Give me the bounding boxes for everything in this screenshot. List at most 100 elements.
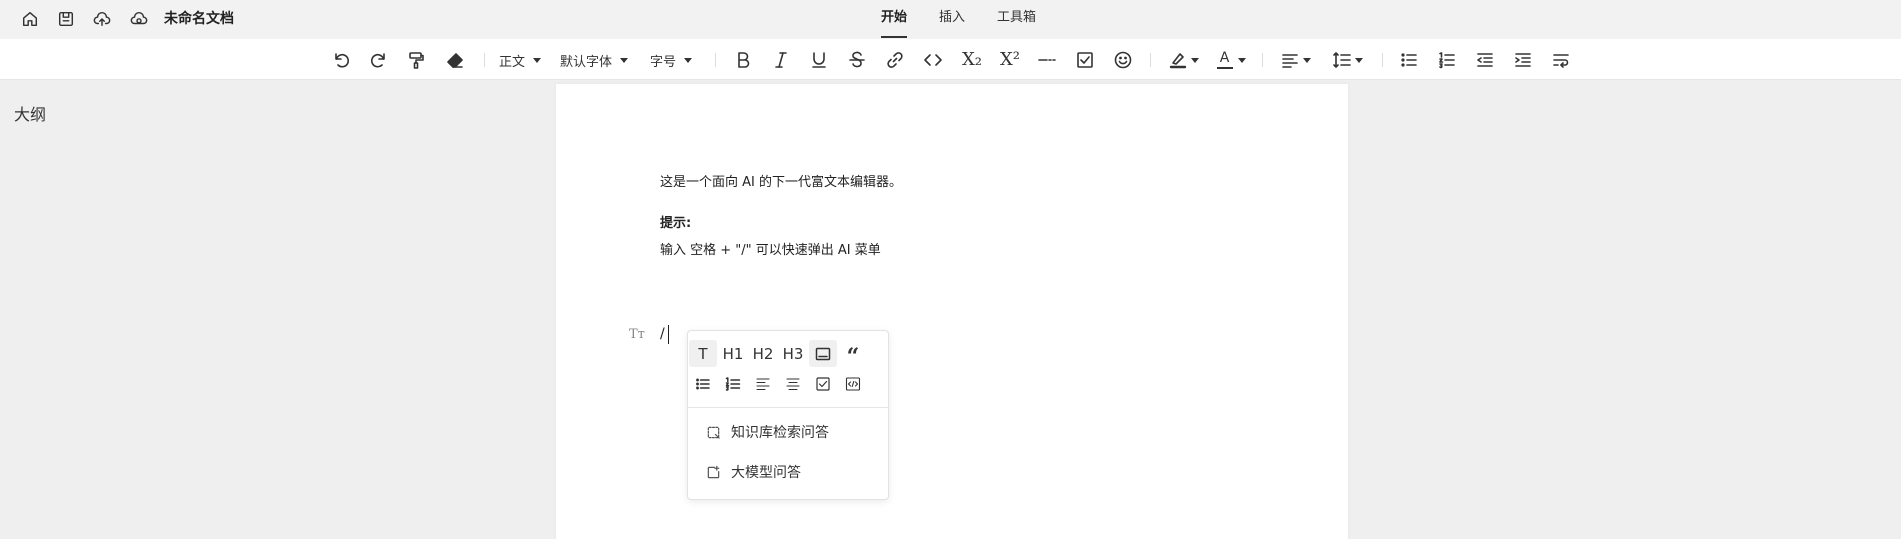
task-list-button[interactable]	[809, 370, 837, 397]
tip-paragraph[interactable]: 输入 空格 + "/" 可以快速弹出 AI 菜单	[660, 242, 881, 260]
blockquote-button[interactable]: “	[839, 340, 867, 370]
llm-qa-item[interactable]: 大模型问答	[706, 461, 801, 483]
clear-format-icon[interactable]	[444, 48, 466, 72]
font-family-select[interactable]: 默认字体	[560, 49, 629, 71]
heading-2-icon: H2	[752, 344, 774, 363]
align-center-button[interactable]	[779, 370, 807, 397]
superscript-icon: X²	[999, 49, 1021, 70]
format-painter-icon[interactable]	[406, 48, 428, 72]
chevron-down-icon	[1302, 57, 1311, 63]
toolbar-divider	[1262, 53, 1263, 67]
font-family-value: 默认字体	[560, 54, 613, 70]
line-height-icon	[1332, 52, 1351, 68]
llm-qa-label: 大模型问答	[731, 465, 801, 481]
strikethrough-icon[interactable]	[846, 48, 868, 72]
bullet-list-icon[interactable]	[1398, 48, 1420, 72]
tab-insert[interactable]: 插入	[939, 9, 965, 27]
knowledge-base-qa-item[interactable]: 知识库检索问答	[706, 421, 829, 443]
italic-icon[interactable]	[770, 48, 792, 72]
text-color-icon: A	[1219, 50, 1230, 66]
paragraph-block-button[interactable]: T	[689, 340, 717, 367]
top-bar: 未命名文档 开始 插入 工具箱	[0, 0, 1901, 39]
subscript-icon: X₂	[961, 49, 983, 70]
tab-start[interactable]: 开始	[881, 9, 907, 27]
intro-paragraph[interactable]: 这是一个面向 AI 的下一代富文本编辑器。	[660, 174, 902, 192]
chevron-down-icon	[1237, 57, 1246, 63]
save-icon[interactable]	[56, 9, 76, 29]
menu-divider	[688, 407, 888, 408]
current-line-text[interactable]: /	[660, 326, 665, 342]
underline-icon[interactable]	[808, 48, 830, 72]
toolbar-divider	[484, 53, 485, 67]
knowledge-base-qa-label: 知识库检索问答	[731, 425, 829, 441]
chevron-down-icon	[684, 57, 693, 63]
caption-icon	[815, 347, 831, 360]
text-cursor	[668, 325, 669, 344]
align-button[interactable]	[1276, 48, 1314, 72]
heading-1-icon: H1	[722, 344, 744, 363]
paragraph-style-select[interactable]: 正文	[499, 49, 542, 71]
heading-2-button[interactable]: H2	[749, 340, 777, 367]
line-height-button[interactable]	[1328, 48, 1366, 72]
cloud-sync-icon[interactable]	[129, 9, 149, 29]
bullet-list-icon	[696, 378, 710, 389]
bold-icon[interactable]	[732, 48, 754, 72]
emoji-icon[interactable]	[1112, 48, 1134, 72]
outdent-icon[interactable]	[1474, 48, 1496, 72]
slash-command-menu: T H1 H2 H3 “ 知识库检索问答 大模型问答	[687, 330, 889, 500]
align-left-button[interactable]	[749, 370, 777, 397]
checkbox-icon[interactable]	[1074, 48, 1096, 72]
heading-1-button[interactable]: H1	[719, 340, 747, 367]
align-center-icon	[786, 377, 800, 390]
superscript-button[interactable]: X²	[998, 48, 1022, 72]
cloud-upload-icon[interactable]	[92, 9, 112, 29]
ordered-list-button[interactable]	[719, 370, 747, 397]
code-block-button[interactable]	[839, 370, 867, 397]
font-size-value: 字号	[650, 54, 677, 70]
task-list-icon	[816, 376, 830, 391]
bullet-list-button[interactable]	[689, 370, 717, 397]
highlighter-icon	[1169, 53, 1186, 69]
tip-heading[interactable]: 提示:	[660, 215, 691, 233]
active-tab-indicator	[881, 36, 907, 38]
highlight-color-button[interactable]	[1164, 48, 1202, 72]
indent-icon[interactable]	[1512, 48, 1534, 72]
text-color-swatch	[1216, 67, 1233, 69]
toolbar-divider	[1382, 53, 1383, 67]
font-size-select[interactable]: 字号	[650, 49, 693, 71]
align-left-icon	[756, 377, 770, 390]
code-block-icon	[845, 376, 861, 391]
chevron-down-icon	[533, 57, 542, 63]
quote-icon: “	[846, 343, 860, 370]
align-left-icon	[1281, 54, 1298, 68]
chevron-down-icon	[1190, 57, 1199, 63]
heading-3-button[interactable]: H3	[779, 340, 807, 367]
document-page[interactable]	[556, 84, 1348, 539]
ordered-list-icon[interactable]	[1436, 48, 1458, 72]
text-color-button[interactable]: A	[1212, 48, 1250, 72]
text-icon: T	[698, 344, 708, 363]
knowledge-search-icon	[707, 426, 720, 439]
redo-icon[interactable]	[368, 48, 390, 72]
tab-toolbox[interactable]: 工具箱	[997, 9, 1036, 27]
toolbar-divider	[1150, 53, 1151, 67]
heading-3-icon: H3	[782, 344, 804, 363]
chevron-down-icon	[620, 57, 629, 63]
text-wrap-icon[interactable]	[1550, 48, 1572, 72]
paragraph-style-value: 正文	[499, 54, 526, 70]
subscript-button[interactable]: X₂	[960, 48, 984, 72]
document-title[interactable]: 未命名文档	[164, 10, 234, 28]
undo-icon[interactable]	[330, 48, 352, 72]
inline-code-icon[interactable]	[922, 48, 944, 72]
llm-chat-icon	[707, 465, 720, 478]
block-type-handle-icon[interactable]: Tт	[629, 327, 645, 342]
home-icon[interactable]	[20, 9, 40, 29]
chevron-down-icon	[1354, 57, 1363, 63]
formatting-toolbar: 正文 默认字体 字号 X₂ X² A	[0, 39, 1901, 80]
horizontal-rule-icon[interactable]	[1036, 48, 1058, 72]
toolbar-divider	[715, 53, 716, 67]
caption-block-button[interactable]	[809, 340, 837, 367]
link-icon[interactable]	[884, 48, 906, 72]
ordered-list-icon	[725, 376, 741, 391]
outline-title: 大纲	[14, 105, 47, 124]
